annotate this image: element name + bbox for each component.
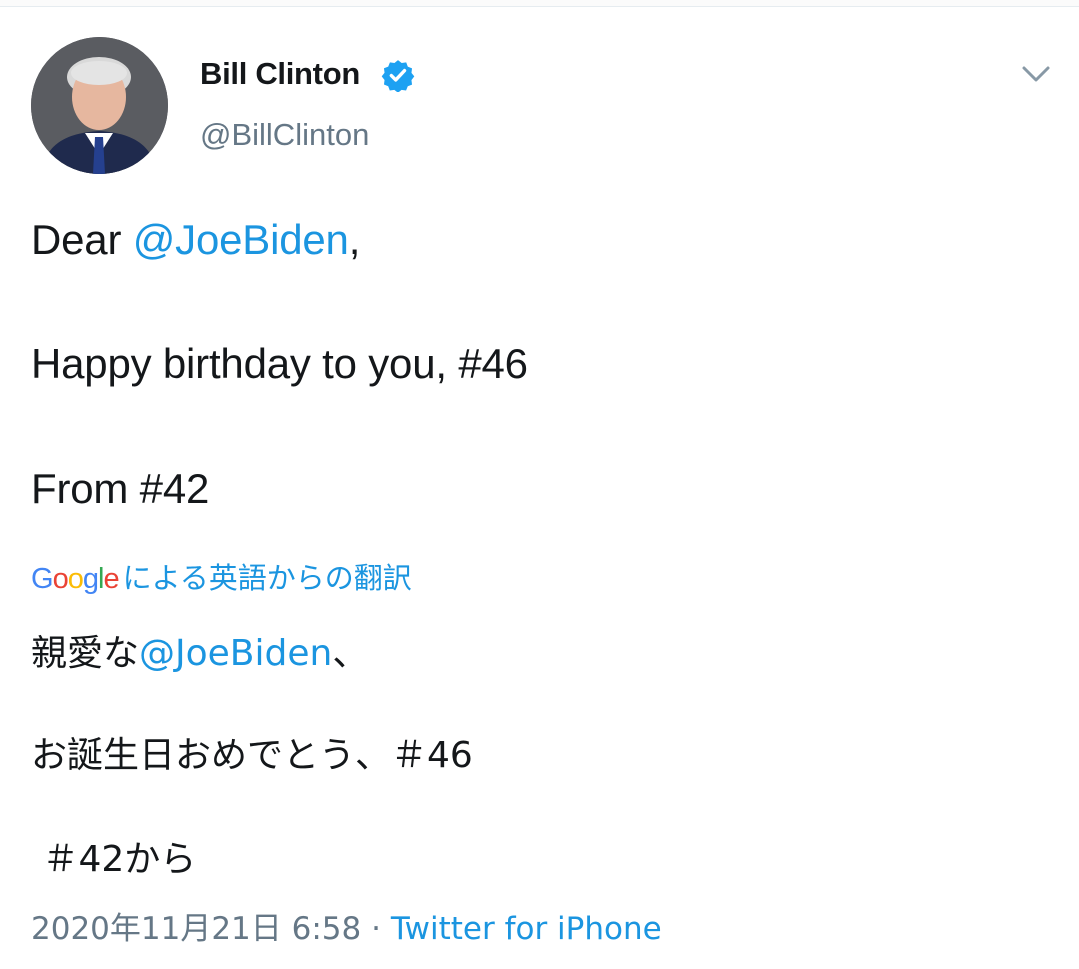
- author-display-name[interactable]: Bill Clinton: [200, 56, 360, 92]
- chevron-down-icon[interactable]: [1020, 62, 1052, 86]
- avatar-portrait: [31, 37, 168, 174]
- translated-mention-link[interactable]: @JoeBiden: [139, 633, 332, 674]
- translated-line-2: お誕生日おめでとう、＃46: [31, 735, 473, 776]
- meta-separator: ·: [361, 911, 391, 947]
- tweet-text-line-3: From #42: [31, 465, 210, 512]
- author-handle[interactable]: @BillClinton: [200, 117, 369, 153]
- tweet-text-line-2: Happy birthday to you, #46: [31, 340, 528, 387]
- translated-line-1: 親愛な@JoeBiden、: [31, 624, 368, 676]
- translation-attribution[interactable]: Google による英語からの翻訳: [31, 555, 412, 597]
- tweet-text-line-1: Dear @JoeBiden,: [31, 216, 360, 264]
- top-divider: [0, 0, 1079, 7]
- mention-link[interactable]: @JoeBiden: [133, 216, 349, 263]
- translated-suffix: 、: [332, 633, 369, 674]
- google-logo: Google: [31, 563, 120, 595]
- avatar[interactable]: [31, 37, 168, 174]
- tweet-text-suffix: ,: [348, 216, 361, 263]
- verified-badge-icon: [381, 60, 415, 92]
- tweet-text-prefix: Dear: [31, 216, 133, 263]
- tweet-timestamp[interactable]: 2020年11月21日 6:58: [31, 911, 361, 947]
- translation-label: による英語からの翻訳: [122, 563, 412, 595]
- tweet-meta: 2020年11月21日 6:58 · Twitter for iPhone: [31, 903, 662, 948]
- translated-prefix: 親愛な: [31, 633, 140, 674]
- translated-line-3: ＃42から: [31, 839, 197, 880]
- tweet-source-link[interactable]: Twitter for iPhone: [391, 911, 662, 947]
